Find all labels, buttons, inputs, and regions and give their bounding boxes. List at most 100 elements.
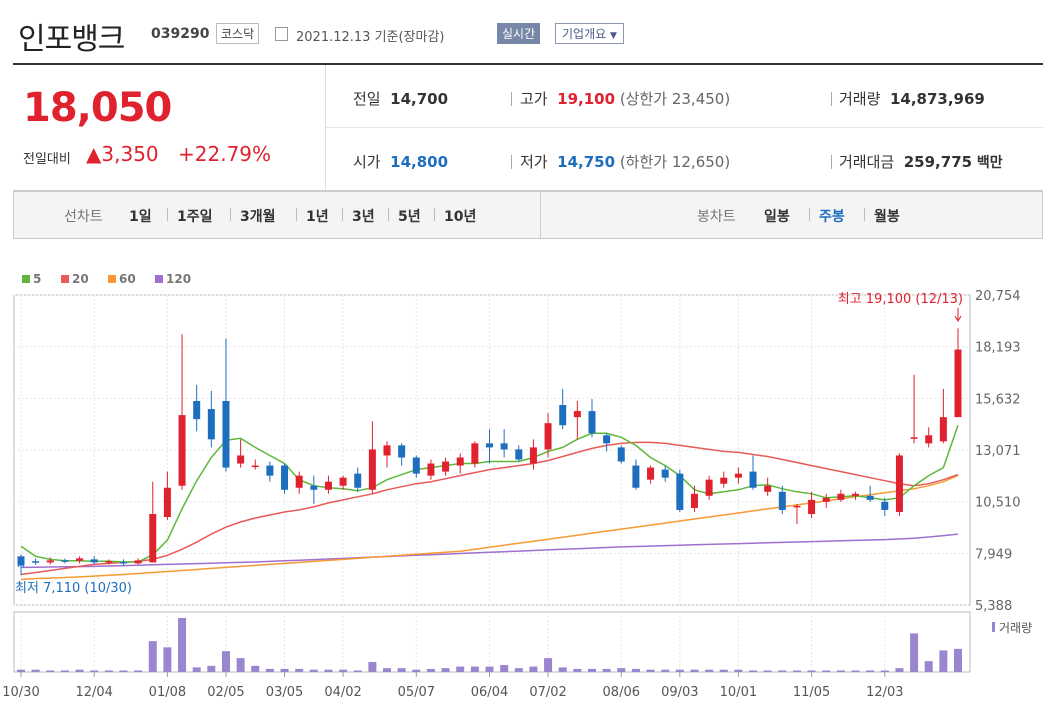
x-tick-label: 09/03 — [661, 685, 698, 700]
candle-body — [573, 411, 581, 418]
y-tick-label: 5,388 — [975, 599, 1012, 614]
candle-body — [237, 455, 245, 464]
volume-bar — [426, 668, 435, 672]
volume-bar — [792, 670, 801, 672]
volume-bar — [221, 651, 230, 672]
volume-bar — [104, 670, 113, 672]
volume-bar — [31, 669, 40, 672]
candle-body — [588, 411, 596, 434]
candle-body — [690, 493, 698, 508]
volume-bar — [749, 670, 758, 672]
candle-body — [720, 477, 728, 484]
volume-bar — [807, 670, 816, 672]
y-tick-label: 15,632 — [975, 392, 1021, 407]
candle-body — [46, 560, 54, 563]
candle-body — [544, 423, 552, 450]
volume-bar — [954, 648, 962, 672]
volume-bar — [895, 668, 904, 672]
volume-bar — [617, 668, 626, 672]
y-tick-label: 20,754 — [975, 289, 1021, 304]
volume-legend-swatch — [992, 622, 995, 632]
volume-bar — [719, 669, 728, 672]
volume-bar — [661, 669, 670, 672]
candle-body — [90, 559, 98, 563]
volume-bar — [148, 641, 157, 672]
candle-body — [427, 463, 435, 476]
volume-bar — [500, 665, 509, 672]
volume-bar — [573, 668, 582, 672]
volume-bar — [514, 668, 523, 672]
volume-bar — [880, 670, 889, 672]
candle-body — [808, 499, 816, 514]
volume-bar — [163, 647, 172, 672]
x-tick-label: 05/07 — [398, 685, 435, 700]
volume-bar — [822, 670, 831, 672]
volume-bar — [778, 670, 787, 672]
volume-bar — [251, 665, 260, 672]
volume-bar — [836, 670, 845, 672]
volume-bar — [280, 668, 289, 672]
volume-bar — [705, 669, 714, 672]
y-tick-label: 13,071 — [975, 444, 1021, 459]
volume-bar — [631, 668, 640, 672]
candle-body — [471, 443, 479, 464]
high-annotation: 최고 19,100 (12/13) — [838, 292, 963, 307]
candle-body — [383, 445, 391, 456]
candle-body — [119, 561, 127, 564]
volume-bar — [17, 669, 25, 672]
x-tick-label: 12/04 — [75, 685, 112, 700]
low-annotation: 최저 7,110 (10/30) — [15, 581, 132, 596]
volume-bar — [134, 670, 143, 672]
candle-body — [61, 560, 69, 562]
x-tick-label: 01/08 — [149, 685, 186, 700]
candle-body — [193, 400, 201, 420]
volume-bar — [529, 666, 538, 672]
candle-body — [324, 481, 332, 490]
volume-bar — [441, 668, 450, 672]
volume-bar — [397, 668, 406, 672]
candle-body — [793, 505, 801, 508]
candle-body — [354, 473, 362, 488]
candle-body — [515, 449, 523, 460]
x-tick-label: 10/01 — [720, 685, 757, 700]
candle-body — [661, 469, 669, 478]
candle-body — [939, 417, 947, 442]
volume-bar — [866, 670, 875, 672]
volume-bar — [485, 666, 494, 672]
volume-bar — [558, 667, 567, 672]
candle-body — [529, 447, 537, 464]
candle-body — [837, 493, 845, 500]
volume-bar — [690, 669, 699, 672]
volume-bar — [851, 670, 860, 672]
price-chart[interactable]: 20,754 18,193 15,632 13,071 10,510 7,949 5,388… — [0, 0, 1043, 707]
volume-label: 거래량 — [999, 621, 1032, 635]
volume-bar — [236, 658, 245, 672]
x-tick-label: 12/03 — [866, 685, 903, 700]
candle-body — [705, 479, 713, 496]
volume-bar — [192, 667, 201, 672]
y-tick-label: 10,510 — [975, 496, 1021, 511]
candle-body — [163, 487, 171, 517]
volume-bar — [75, 669, 84, 672]
candle-body — [295, 475, 303, 488]
candle-body — [76, 558, 84, 561]
candle-body — [778, 491, 786, 510]
x-tick-label: 07/02 — [529, 685, 566, 700]
candle-body — [266, 465, 274, 476]
candle-body — [105, 561, 113, 563]
volume-bar — [46, 670, 55, 672]
candle-body — [32, 561, 40, 563]
volume-bar — [60, 670, 69, 672]
candle-body — [486, 443, 493, 448]
candle-body — [647, 467, 655, 480]
volume-bar — [309, 669, 318, 672]
candle-body — [251, 465, 259, 468]
candle-body — [925, 435, 933, 444]
volume-bar — [734, 669, 743, 672]
candle-body — [178, 415, 186, 486]
candle-body — [339, 477, 347, 486]
volume-bar — [119, 670, 128, 672]
volume-bar — [675, 669, 684, 672]
volume-bar — [178, 618, 187, 672]
volume-bar — [602, 668, 611, 672]
